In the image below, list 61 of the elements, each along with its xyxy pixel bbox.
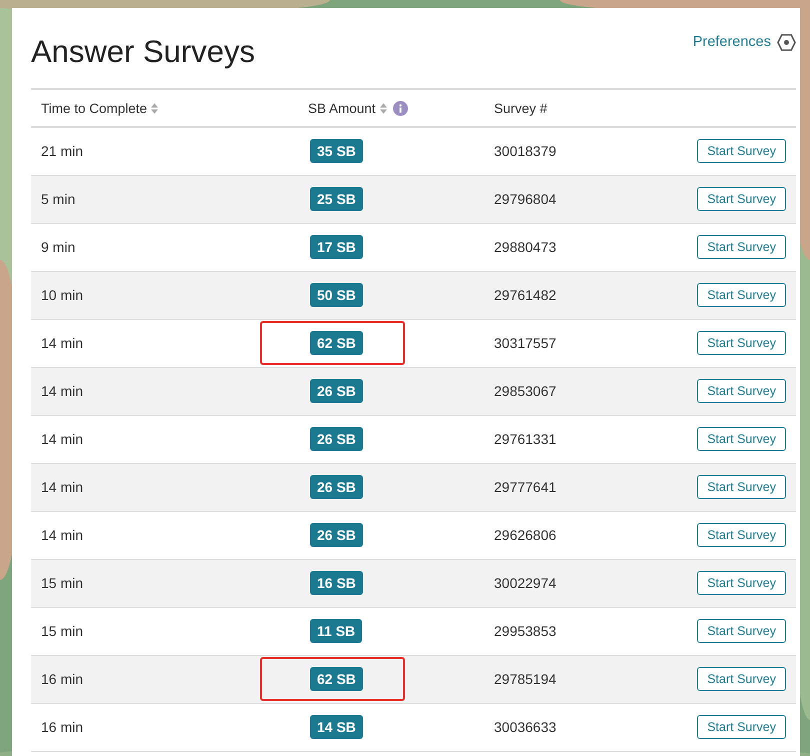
start-survey-button[interactable]: Start Survey	[697, 235, 786, 259]
survey-number: 29761482	[494, 287, 556, 303]
survey-number: 30018379	[494, 143, 556, 160]
time-text: 16 min	[41, 719, 84, 735]
start-survey-button[interactable]: Start Survey	[697, 667, 786, 691]
survey-number: 29880473	[494, 239, 556, 255]
start-survey-button[interactable]: Start Survey	[697, 283, 786, 307]
info-icon[interactable]	[392, 100, 408, 116]
amount-badge: 25 SB	[310, 187, 363, 211]
amount-badge: 26 SB	[310, 427, 363, 451]
start-survey-button[interactable]: Start Survey	[697, 523, 786, 547]
amount-badge: 35 SB	[310, 139, 363, 164]
time-text: 14 min	[41, 479, 84, 495]
time-text: 15 min	[41, 623, 84, 639]
survey-number: 30317557	[494, 335, 556, 351]
amount-badge: 62 SB	[310, 667, 363, 691]
time-text: 5 min	[41, 191, 76, 207]
time-text: 10 min	[41, 287, 84, 303]
amount-badge: 26 SB	[310, 475, 363, 499]
page-title: Answer Surveys	[31, 33, 255, 70]
start-survey-button[interactable]: Start Survey	[697, 187, 786, 211]
time-text: 14 min	[41, 383, 84, 399]
start-survey-button[interactable]: Start Survey	[697, 475, 786, 499]
sort-icon[interactable]	[151, 102, 158, 114]
survey-number: 29796804	[494, 191, 556, 207]
column-header[interactable]: Survey #	[494, 100, 548, 116]
time-text: 14 min	[41, 335, 84, 351]
survey-number: 29777641	[494, 479, 556, 495]
time-text: 14 min	[41, 527, 84, 543]
amount-badge: 62 SB	[310, 331, 363, 355]
amount-badge: 26 SB	[310, 379, 363, 403]
amount-badge: 16 SB	[310, 571, 363, 595]
time-text: 14 min	[41, 431, 84, 447]
survey-number: 29953853	[494, 623, 556, 639]
survey-number: 30022974	[494, 575, 556, 591]
column-header[interactable]: Time to Complete	[41, 100, 148, 116]
sort-icon[interactable]	[380, 102, 387, 114]
time-text: 15 min	[41, 575, 84, 591]
time-text: 9 min	[41, 239, 76, 255]
amount-badge: 11 SB	[310, 619, 362, 643]
start-survey-button[interactable]: Start Survey	[697, 331, 786, 355]
settings-icon	[777, 32, 796, 52]
start-survey-button[interactable]: Start Survey	[697, 427, 786, 451]
start-survey-button[interactable]: Start Survey	[697, 139, 786, 164]
start-survey-button[interactable]: Start Survey	[697, 715, 786, 739]
survey-number: 29853067	[494, 383, 556, 399]
survey-number: 29761331	[494, 431, 556, 447]
start-survey-button[interactable]: Start Survey	[697, 379, 786, 403]
time-text: 21 min	[41, 143, 84, 160]
amount-badge: 50 SB	[310, 283, 363, 307]
survey-number: 29785194	[494, 671, 556, 687]
time-text: 16 min	[41, 671, 84, 687]
amount-badge: 26 SB	[310, 523, 363, 547]
preferences-link[interactable]: Preferences	[692, 32, 796, 52]
amount-badge: 17 SB	[310, 235, 363, 259]
start-survey-button[interactable]: Start Survey	[697, 619, 786, 643]
start-survey-button[interactable]: Start Survey	[697, 571, 786, 595]
amount-badge: 14 SB	[310, 715, 363, 739]
column-header[interactable]: SB Amount	[308, 100, 376, 116]
survey-number: 29626806	[494, 527, 556, 543]
survey-number: 30036633	[494, 719, 556, 735]
